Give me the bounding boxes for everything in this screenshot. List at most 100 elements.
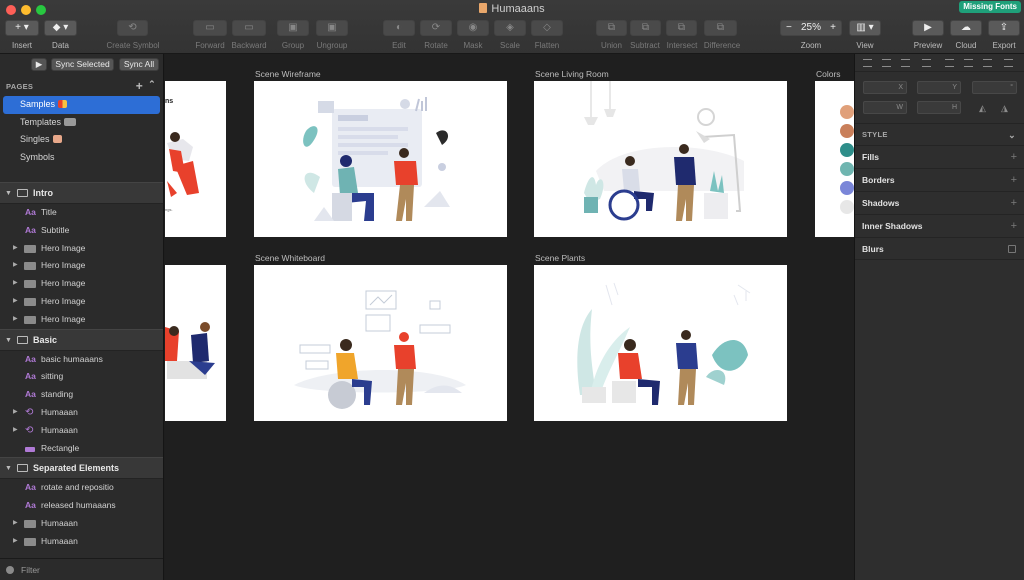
artboard-colors[interactable]	[815, 81, 854, 237]
sync-selected-button[interactable]: Sync Selected	[51, 58, 114, 71]
layer-row[interactable]: Aa sitting	[0, 368, 163, 386]
borders-row[interactable]: Borders +	[855, 168, 1024, 191]
layer-filter[interactable]: Filter	[0, 558, 163, 580]
view-button[interactable]: ▥ ▾	[849, 20, 881, 36]
artboard-scene-whiteboard[interactable]	[254, 265, 507, 421]
missing-fonts-badge[interactable]: Missing Fonts	[959, 1, 1021, 13]
chevron-down-icon[interactable]: ⌄	[1008, 124, 1016, 146]
artboard-row-basic[interactable]: ▼ Basic	[0, 328, 163, 351]
fills-row[interactable]: Fills +	[855, 145, 1024, 168]
disclosure-right-icon[interactable]: ▶	[13, 404, 18, 422]
ungroup-button[interactable]: ▣	[316, 20, 348, 36]
artboard-row-intro[interactable]: ▼ Intro	[0, 182, 163, 204]
shadows-row[interactable]: Shadows +	[855, 191, 1024, 214]
page-item-templates[interactable]: Templates	[3, 114, 160, 132]
layer-row[interactable]: Aa Subtitle	[0, 222, 163, 240]
play-button[interactable]: ▶	[31, 58, 47, 71]
disclosure-right-icon[interactable]: ▶	[13, 533, 18, 551]
sync-all-button[interactable]: Sync All	[119, 58, 159, 71]
align-left-icon[interactable]	[863, 59, 872, 67]
insert-button[interactable]: + ▾	[5, 20, 39, 36]
layer-row[interactable]: Aa standing	[0, 386, 163, 404]
disclosure-right-icon[interactable]: ▶	[13, 515, 18, 533]
intersect-button[interactable]: ⧉	[666, 20, 697, 36]
add-shadow-icon[interactable]: +	[1011, 192, 1017, 214]
artboard-title[interactable]: Colors	[816, 69, 841, 79]
backward-button[interactable]: ▭	[232, 20, 266, 36]
x-field[interactable]: X	[863, 81, 907, 94]
add-page-icon[interactable]: +	[136, 79, 143, 93]
layer-row[interactable]: ▶ ⟲ Humaaan	[0, 404, 163, 422]
artboard-scene-wireframe[interactable]	[254, 81, 507, 237]
artboard-scene-plants[interactable]	[534, 265, 787, 421]
width-field[interactable]: W	[863, 101, 907, 114]
flip-vertical-icon[interactable]: ◮	[1001, 103, 1008, 114]
blurs-row[interactable]: Blurs	[855, 237, 1024, 260]
rotation-field[interactable]: °	[972, 81, 1017, 94]
add-border-icon[interactable]: +	[1011, 169, 1017, 191]
artboard-title[interactable]: Scene Whiteboard	[255, 253, 325, 263]
artboard-basic-partial[interactable]	[165, 265, 226, 421]
subtract-button[interactable]: ⧉	[630, 20, 661, 36]
align-top-icon[interactable]	[945, 59, 954, 67]
rotate-button[interactable]: ⟳	[420, 20, 452, 36]
align-center-icon[interactable]	[882, 59, 891, 67]
canvas[interactable]: ns ngs. Scene Wireframe Scene Living Roo…	[165, 54, 854, 580]
disclosure-down-icon[interactable]: ▼	[5, 330, 12, 351]
add-inner-shadow-icon[interactable]: +	[1011, 215, 1017, 237]
edit-button[interactable]: ◐	[383, 20, 415, 36]
zoom-out-button[interactable]: −	[786, 21, 792, 35]
mask-button[interactable]: ◉	[457, 20, 489, 36]
collapse-pages-icon[interactable]: ⌃	[148, 79, 156, 90]
page-item-symbols[interactable]: Symbols	[3, 149, 160, 167]
align-bottom-icon[interactable]	[983, 59, 992, 67]
zoom-control[interactable]: − 25% +	[780, 20, 842, 36]
blur-checkbox-icon[interactable]	[1008, 245, 1016, 253]
height-field[interactable]: H	[917, 101, 961, 114]
artboard-intro-partial[interactable]: ns ngs.	[165, 81, 226, 237]
scale-button[interactable]: ◈	[494, 20, 526, 36]
artboard-title[interactable]: Scene Plants	[535, 253, 585, 263]
layer-row[interactable]: Aa released humaaans	[0, 497, 163, 515]
artboard-title[interactable]: Scene Living Room	[535, 69, 609, 79]
zoom-in-button[interactable]: +	[830, 21, 836, 35]
layer-row[interactable]: ▶ Hero Image	[0, 257, 163, 275]
layer-row[interactable]: Aa Title	[0, 204, 163, 222]
layer-row[interactable]: ▶ Humaaan	[0, 533, 163, 551]
distribute-vertical-icon[interactable]	[1004, 59, 1013, 67]
disclosure-right-icon[interactable]: ▶	[13, 240, 18, 258]
disclosure-right-icon[interactable]: ▶	[13, 293, 18, 311]
export-button[interactable]: ⇪	[988, 20, 1020, 36]
layer-row[interactable]: ▶ Hero Image	[0, 311, 163, 329]
flatten-button[interactable]: ◇	[531, 20, 563, 36]
layer-row[interactable]: Rectangle	[0, 440, 163, 458]
layer-row[interactable]: ▶ Humaaan	[0, 515, 163, 533]
layer-row[interactable]: ▶ Hero Image	[0, 240, 163, 258]
layer-row[interactable]: Aa basic humaaans	[0, 351, 163, 369]
data-button[interactable]: ◆ ▾	[44, 20, 77, 36]
disclosure-right-icon[interactable]: ▶	[13, 311, 18, 329]
preview-button[interactable]: ▶	[912, 20, 944, 36]
create-symbol-button[interactable]: ⟲	[117, 20, 148, 36]
align-middle-icon[interactable]	[964, 59, 973, 67]
y-field[interactable]: Y	[917, 81, 961, 94]
page-item-singles[interactable]: Singles	[3, 131, 160, 149]
artboard-scene-living-room[interactable]	[534, 81, 787, 237]
difference-button[interactable]: ⧉	[704, 20, 737, 36]
inner-shadows-row[interactable]: Inner Shadows +	[855, 214, 1024, 237]
disclosure-down-icon[interactable]: ▼	[5, 458, 12, 479]
disclosure-right-icon[interactable]: ▶	[13, 257, 18, 275]
layer-row[interactable]: ▶ ⟲ Humaaan	[0, 422, 163, 440]
group-button[interactable]: ▣	[277, 20, 309, 36]
layer-row[interactable]: Aa rotate and repositio	[0, 479, 163, 497]
disclosure-right-icon[interactable]: ▶	[13, 422, 18, 440]
add-fill-icon[interactable]: +	[1011, 146, 1017, 168]
disclosure-down-icon[interactable]: ▼	[5, 183, 12, 204]
cloud-button[interactable]: ☁	[950, 20, 982, 36]
page-item-samples[interactable]: Samples	[3, 96, 160, 114]
layer-row[interactable]: ▶ Hero Image	[0, 275, 163, 293]
artboard-title[interactable]: Scene Wireframe	[255, 69, 321, 79]
layer-row[interactable]: ▶ Hero Image	[0, 293, 163, 311]
disclosure-right-icon[interactable]: ▶	[13, 275, 18, 293]
forward-button[interactable]: ▭	[193, 20, 227, 36]
